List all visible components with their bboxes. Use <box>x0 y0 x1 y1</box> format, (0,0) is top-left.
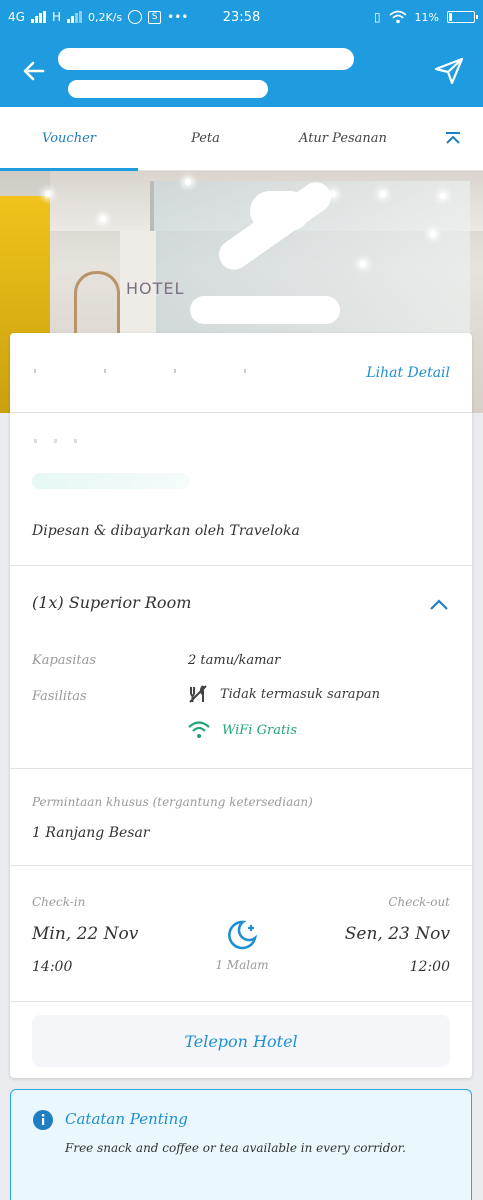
info-icon <box>33 1110 53 1130</box>
collapse-top-button[interactable] <box>423 107 483 171</box>
facilities-label: Fasilitas <box>32 689 87 704</box>
battery-icon <box>447 11 478 23</box>
whatsapp-icon <box>128 10 143 24</box>
facility-item: Tidak termasuk sarapan <box>188 684 380 704</box>
network-speed: 0,2K/s <box>87 10 123 24</box>
checkout-time: 12:00 <box>409 959 450 975</box>
booking-id-redacted <box>68 80 268 98</box>
tab-voucher[interactable]: Voucher <box>0 107 138 171</box>
more-notifications-icon: ••• <box>167 10 189 24</box>
tab-atur-pesanan[interactable]: Atur Pesanan <box>273 107 413 171</box>
call-hotel-button[interactable]: Telepon Hotel <box>32 1015 450 1067</box>
voucher-card: Lihat Detail Dipesan & dibayarkan oleh T… <box>10 333 472 1078</box>
checkin-date: Min, 22 Nov <box>32 924 139 944</box>
hotel-header-section: Lihat Detail <box>10 333 472 413</box>
room-section: (1x) Superior Room Kapasitas 2 tamu/kama… <box>10 566 472 769</box>
note-body: Free snack and coffee or tea available i… <box>65 1141 406 1155</box>
arrow-left-icon <box>23 61 45 80</box>
share-button[interactable] <box>429 51 469 91</box>
signal-icon-2 <box>66 11 82 23</box>
no-breakfast-icon <box>189 685 207 703</box>
special-request-value: 1 Ranjang Besar <box>32 825 150 841</box>
status-right: ▯ 11% <box>373 10 478 24</box>
checkin-time: 14:00 <box>32 959 73 975</box>
hotel-name-redacted <box>58 48 354 70</box>
signal-icon <box>30 11 46 23</box>
chevron-up-icon <box>430 599 448 610</box>
vibrate-icon: ▯ <box>373 10 381 24</box>
send-icon <box>434 57 464 84</box>
guest-name-redacted <box>34 439 94 443</box>
capacity-value: 2 tamu/kamar <box>188 653 281 668</box>
hotel-sign: HOTEL <box>126 279 185 298</box>
hotel-name-redacted-line <box>34 369 284 373</box>
status-left: 4G H 0,2K/s S ••• <box>8 10 188 24</box>
checkout-date: Sen, 23 Nov <box>344 924 450 944</box>
wifi-status-icon <box>388 10 407 24</box>
night-moon-icon <box>228 920 258 950</box>
status-bar: 4G H 0,2K/s S ••• 23:58 ▯ 11% <box>0 0 483 34</box>
facility-item: WiFi Gratis <box>188 721 297 739</box>
special-request-label: Permintaan khusus (tergantung ketersedia… <box>32 795 313 809</box>
tab-peta[interactable]: Peta <box>138 107 273 171</box>
paid-by-text: Dipesan & dibayarkan oleh Traveloka <box>32 523 300 539</box>
capacity-label: Kapasitas <box>32 653 97 668</box>
network-type-1: 4G <box>8 10 25 24</box>
facility-text: WiFi Gratis <box>222 722 298 738</box>
view-detail-link[interactable]: Lihat Detail <box>366 365 450 381</box>
tab-bar: Voucher Peta Atur Pesanan <box>0 107 483 171</box>
checkin-label: Check-in <box>32 895 86 909</box>
app-bar <box>0 34 483 107</box>
special-request-section: Permintaan khusus (tergantung ketersedia… <box>10 769 472 866</box>
collapse-up-icon <box>446 131 460 144</box>
room-collapse-button[interactable] <box>424 590 454 620</box>
wifi-icon <box>188 721 210 738</box>
checkout-label: Check-out <box>388 895 450 909</box>
app-s-icon: S <box>148 10 162 24</box>
facility-text: Tidak termasuk sarapan <box>220 686 381 702</box>
note-title: Catatan Penting <box>65 1110 188 1128</box>
booker-section: Dipesan & dibayarkan oleh Traveloka <box>10 413 472 566</box>
room-title: (1x) Superior Room <box>32 593 192 612</box>
battery-percent: 11% <box>414 10 439 24</box>
network-type-2: H <box>51 10 61 24</box>
nights-count: 1 Malam <box>215 958 269 972</box>
important-note: Catatan Penting Free snack and coffee or… <box>10 1089 472 1200</box>
back-button[interactable] <box>14 51 54 91</box>
booking-code-redacted <box>32 473 190 489</box>
stay-dates-section: Check-in Check-out Min, 22 Nov Sen, 23 N… <box>10 866 472 1002</box>
